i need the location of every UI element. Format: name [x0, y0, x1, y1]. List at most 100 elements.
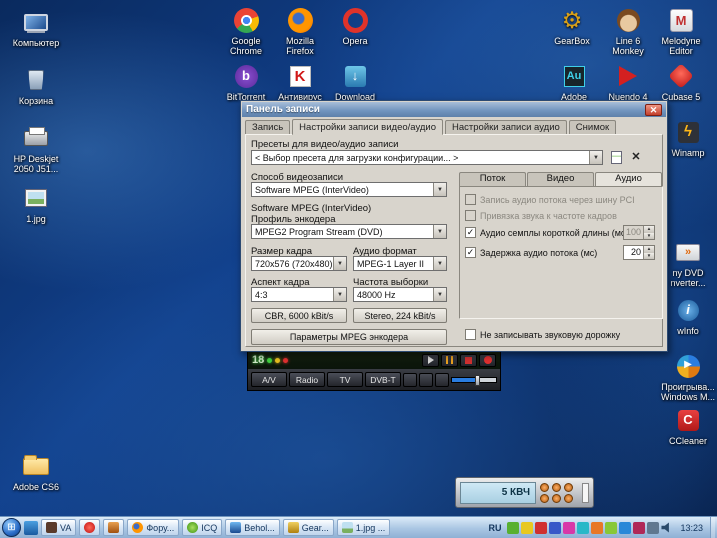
- checkbox-audio-delay[interactable]: Задержка аудио потока (мс): [465, 247, 597, 258]
- desktop-icon-line6-monkey[interactable]: Line 6 Monkey: [600, 6, 656, 57]
- meter-button[interactable]: [552, 494, 561, 503]
- desktop-icon-melodyne[interactable]: M Melodyne Editor: [653, 6, 709, 57]
- volume-knob[interactable]: [475, 375, 480, 386]
- desktop-icon-cubase[interactable]: Cubase 5: [653, 62, 709, 102]
- tv-mode-button[interactable]: TV: [327, 372, 363, 387]
- encoder-profile-select[interactable]: MPEG2 Program Stream (DVD) ▼: [251, 224, 447, 239]
- tray-icon[interactable]: [591, 522, 603, 534]
- meter-button[interactable]: [552, 483, 561, 492]
- desktop-icon-nuendo[interactable]: Nuendo 4: [600, 62, 656, 102]
- checkbox-sound-framerate-link[interactable]: Привязка звука к частоте кадров: [465, 210, 617, 221]
- show-desktop-button[interactable]: [710, 517, 715, 538]
- desktop-icon-1jpg[interactable]: 1.jpg: [8, 184, 64, 224]
- desktop-icon-wmp[interactable]: ▶ Проигрыва... Windows M...: [660, 352, 716, 403]
- tab-audio-settings[interactable]: Настройки записи аудио: [445, 120, 567, 134]
- taskbar-button-gearbox[interactable]: Gear...: [283, 519, 334, 536]
- language-indicator[interactable]: RU: [485, 523, 504, 533]
- taskbar-button-va[interactable]: VA: [41, 519, 76, 536]
- desktop-icon-adobe-audition[interactable]: Au Adobe: [546, 62, 602, 102]
- video-method-select[interactable]: Software MPEG (InterVideo) ▼: [251, 182, 447, 197]
- tray-icon[interactable]: [563, 522, 575, 534]
- desktop-icon-computer[interactable]: Компьютер: [8, 8, 64, 48]
- tray-icon[interactable]: [647, 522, 659, 534]
- desktop-icon-gearbox[interactable]: ⚙ GearBox: [544, 6, 600, 46]
- stop-button[interactable]: [460, 354, 477, 367]
- tray-icon[interactable]: [549, 522, 561, 534]
- desktop-icon-bittorrent[interactable]: b BitTorrent: [218, 62, 274, 102]
- preset-select[interactable]: < Выбор пресета для загрузки конфигураци…: [251, 150, 603, 165]
- desktop-icon-printer[interactable]: HP Deskjet 2050 J51...: [8, 124, 64, 175]
- desktop-icon-opera[interactable]: Opera: [327, 6, 383, 46]
- pause-button[interactable]: [441, 354, 458, 367]
- checkbox-icon: [465, 329, 476, 340]
- audio-format-select[interactable]: MPEG-1 Layer II ▼: [353, 256, 447, 271]
- desktop-icon-dvd-converter[interactable]: » ny DVD nverter...: [660, 238, 716, 289]
- desktop-icon-antivirus[interactable]: K Антивирус: [272, 62, 328, 102]
- tab-video-audio-settings[interactable]: Настройки записи видео/аудио: [292, 119, 443, 135]
- meter-button[interactable]: [564, 483, 573, 492]
- delete-preset-icon[interactable]: ✕: [629, 150, 643, 164]
- tab-snapshot[interactable]: Снимок: [569, 120, 616, 134]
- desktop-icon-adobe-cs6[interactable]: Adobe CS6: [8, 452, 64, 492]
- audio-bitrate-button[interactable]: Stereo, 224 kBit/s: [353, 308, 447, 323]
- desktop-icon-winamp[interactable]: ϟ Winamp: [660, 118, 716, 158]
- desktop-icon-download[interactable]: ↓ Download: [327, 62, 383, 102]
- sample-rate-select[interactable]: 48000 Hz ▼: [353, 287, 447, 302]
- desktop-icon-firefox[interactable]: Mozilla Firefox: [272, 6, 328, 57]
- tab-stream[interactable]: Поток: [459, 172, 526, 186]
- desktop-icon-ccleaner[interactable]: C CCleaner: [660, 406, 716, 446]
- taskbar-button-app-1[interactable]: [79, 519, 100, 536]
- desktop-icon-recycle-bin[interactable]: Корзина: [8, 66, 64, 106]
- mpeg-params-button[interactable]: Параметры MPEG энкодера: [251, 329, 447, 345]
- image-file-icon: [8, 184, 64, 212]
- play-button[interactable]: [422, 354, 439, 367]
- meter-button[interactable]: [540, 483, 549, 492]
- tray-icon[interactable]: [535, 522, 547, 534]
- taskbar-button-icq[interactable]: ICQ: [182, 519, 222, 536]
- tray-icon[interactable]: [521, 522, 533, 534]
- quicklaunch-icon[interactable]: [24, 521, 38, 535]
- tray-icon[interactable]: [619, 522, 631, 534]
- dvbt-mode-button[interactable]: DVB-T: [365, 372, 401, 387]
- audio-delay-spinner[interactable]: 20 ▲▼: [623, 245, 655, 260]
- tray-icon[interactable]: [577, 522, 589, 534]
- taskbar-button-forum[interactable]: Фору...: [127, 519, 179, 536]
- meter-button[interactable]: [564, 494, 573, 503]
- taskbar-button-app-2[interactable]: [103, 519, 124, 536]
- av-mode-button[interactable]: A/V: [251, 372, 287, 387]
- taskbar-clock[interactable]: 13:23: [676, 523, 707, 533]
- tab-audio[interactable]: Аудио: [595, 172, 662, 186]
- meter-button[interactable]: [540, 494, 549, 503]
- tv-tool-button[interactable]: [435, 373, 449, 387]
- desktop-icon-chrome[interactable]: Google Chrome: [218, 6, 274, 57]
- short-samples-spinner[interactable]: 100 ▲▼: [623, 225, 655, 240]
- taskbar-button-behold[interactable]: Behol...: [225, 519, 280, 536]
- close-icon[interactable]: ✕: [645, 104, 662, 116]
- start-button[interactable]: ⊞: [2, 518, 21, 537]
- frame-size-select[interactable]: 720x576 (720x480) ▼: [251, 256, 347, 271]
- checkbox-short-audio-samples[interactable]: Аудио семплы короткой длины (мс): [465, 227, 628, 238]
- aspect-select[interactable]: 4:3 ▼: [251, 287, 347, 302]
- save-preset-icon[interactable]: [609, 150, 623, 164]
- tab-record[interactable]: Запись: [245, 120, 290, 134]
- checkbox-no-audio-track[interactable]: Не записывать звуковую дорожку: [465, 329, 620, 340]
- dialog-titlebar[interactable]: Панель записи ✕: [242, 102, 666, 117]
- tv-tool-button[interactable]: [419, 373, 433, 387]
- tray-icon[interactable]: [507, 522, 519, 534]
- meter-slider[interactable]: [582, 483, 589, 503]
- video-bitrate-button[interactable]: CBR, 6000 kBit/s: [251, 308, 347, 323]
- volume-slider[interactable]: [451, 377, 497, 383]
- tray-icon[interactable]: [633, 522, 645, 534]
- radio-mode-button[interactable]: Radio: [289, 372, 325, 387]
- spinner-arrows[interactable]: ▲▼: [643, 246, 654, 259]
- tab-video[interactable]: Видео: [527, 172, 594, 186]
- record-button[interactable]: [479, 354, 496, 367]
- tray-icon[interactable]: [605, 522, 617, 534]
- speaker-icon[interactable]: [661, 522, 673, 534]
- checkbox-pci-audio[interactable]: Запись аудио потока через шину PCI: [465, 194, 635, 205]
- spinner-arrows[interactable]: ▲▼: [643, 226, 654, 239]
- meter-buttons: [540, 483, 574, 503]
- tv-tool-button[interactable]: [403, 373, 417, 387]
- desktop-icon-hwinfo[interactable]: i wInfo: [660, 296, 716, 336]
- taskbar-button-1jpg[interactable]: 1.jpg ...: [337, 519, 391, 536]
